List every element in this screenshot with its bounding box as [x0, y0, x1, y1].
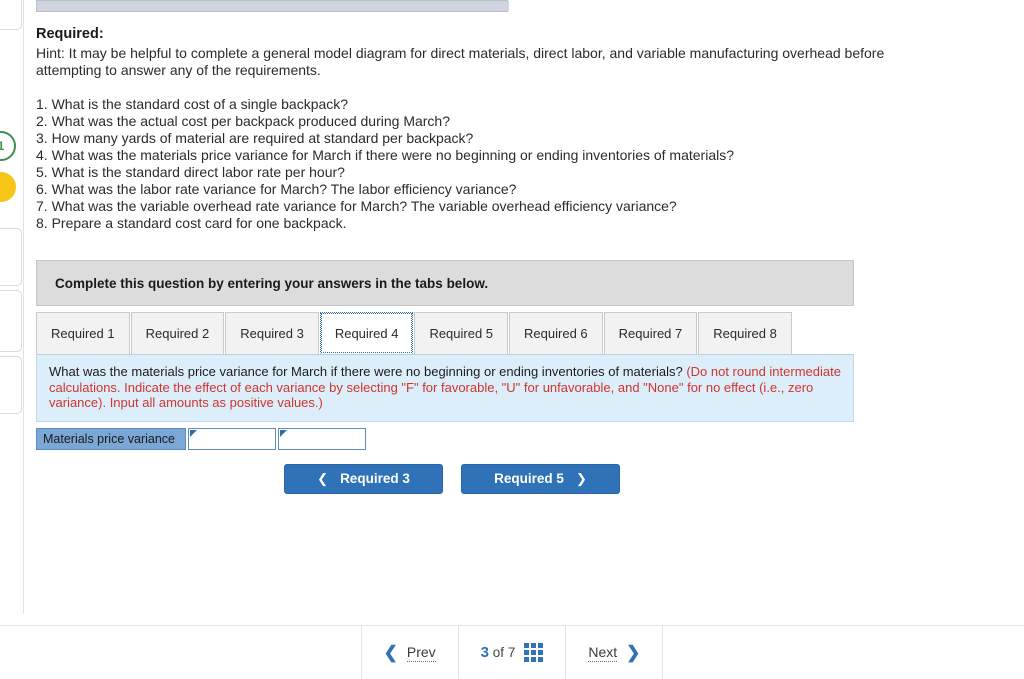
tab-required-2[interactable]: Required 2 [130, 312, 225, 354]
tab-label: Required 6 [524, 326, 588, 341]
pagination-inner: ❮ Prev 3 of 7 Next ❯ [360, 625, 664, 679]
tab-label: Required 3 [240, 326, 304, 341]
cell-flag-icon [190, 429, 198, 437]
horizontal-scrollbar-thumb[interactable] [37, 1, 509, 11]
prev-required-button[interactable]: ❮ Required 3 [284, 463, 443, 494]
tab-required-7[interactable]: Required 7 [603, 312, 698, 354]
rail-panel-card [0, 228, 22, 286]
page-root: 1 Required: Hint: It may be helpful to c… [0, 0, 1024, 679]
answer-amount-cell[interactable] [188, 427, 277, 450]
answer-label-cell: Materials price variance [36, 427, 187, 450]
rail-badge-green[interactable]: 1 [0, 131, 16, 161]
rail-panel-card [0, 0, 22, 30]
requirements-list: 1. What is the standard cost of a single… [36, 96, 996, 232]
tab-required-4[interactable]: Required 4 [319, 312, 414, 354]
chevron-right-icon: ❯ [626, 643, 641, 662]
chevron-left-icon: ❮ [383, 643, 398, 662]
tab-label: Required 1 [51, 326, 115, 341]
requirement-item: 3. How many yards of material are requir… [36, 130, 474, 146]
tab-required-3[interactable]: Required 3 [225, 312, 319, 354]
question-panel: What was the materials price variance fo… [36, 355, 854, 422]
requirement-item: 5. What is the standard direct labor rat… [36, 164, 345, 180]
requirement-item: 6. What was the labor rate variance for … [36, 181, 517, 197]
next-required-label: Required 5 [494, 471, 564, 486]
question-panel-main: What was the materials price variance fo… [49, 364, 687, 379]
tab-required-8[interactable]: Required 8 [698, 312, 792, 354]
main-content: Required: Hint: It may be helpful to com… [36, 26, 996, 494]
instruction-banner-text: Complete this question by entering your … [55, 275, 489, 291]
requirement-item: 2. What was the actual cost per backpack… [36, 113, 450, 129]
rail-badge-yellow[interactable] [0, 172, 16, 202]
requirement-item: 1. What is the standard cost of a single… [36, 96, 349, 112]
next-required-button[interactable]: Required 5 ❯ [461, 463, 620, 494]
tab-required-5[interactable]: Required 5 [414, 312, 509, 354]
answer-label-text: Materials price variance [43, 431, 175, 446]
tab-label: Required 8 [713, 326, 777, 341]
answer-amount-input[interactable] [189, 428, 276, 449]
rail-panel-card [0, 356, 22, 414]
answer-effect-input[interactable] [279, 428, 365, 449]
rail-divider [23, 0, 24, 614]
instruction-banner: Complete this question by entering your … [36, 260, 854, 306]
requirement-item: 7. What was the variable overhead rate v… [36, 198, 677, 214]
requirement-item: 4. What was the materials price variance… [36, 147, 735, 163]
tab-label: Required 5 [429, 326, 494, 341]
required-nav-buttons: ❮ Required 3 Required 5 ❯ [36, 463, 854, 494]
tab-label: Required 7 [618, 326, 683, 341]
required-hint: Hint: It may be helpful to complete a ge… [36, 45, 885, 78]
answer-row: Materials price variance [36, 427, 366, 450]
pager-of-label: of [492, 645, 505, 660]
required-heading: Required: [36, 26, 104, 42]
pager-current-page: 3 [480, 644, 490, 661]
pager-total-pages: 7 [507, 645, 516, 660]
left-rail: 1 [0, 0, 24, 679]
pager-next-label: Next [588, 643, 618, 662]
pagination-bar: ❮ Prev 3 of 7 Next ❯ [0, 625, 1024, 679]
prev-required-label: Required 3 [340, 471, 410, 486]
rail-panel-card [0, 290, 22, 352]
tab-required-6[interactable]: Required 6 [509, 312, 603, 354]
tab-label: Required 4 [334, 325, 399, 341]
chevron-right-icon: ❯ [575, 470, 587, 486]
grid-view-icon[interactable] [524, 643, 544, 662]
chevron-left-icon: ❮ [317, 470, 329, 486]
pager-prev-button[interactable]: ❮ Prev [360, 625, 458, 679]
cell-flag-icon [280, 429, 288, 437]
tab-label: Required 2 [145, 326, 210, 341]
rail-badge-green-label: 1 [0, 139, 5, 153]
pager-prev-label: Prev [406, 643, 436, 662]
pager-count: 3 of 7 [481, 644, 516, 661]
pager-next-button[interactable]: Next ❯ [565, 625, 664, 679]
answer-effect-cell[interactable] [278, 427, 366, 450]
tab-required-1[interactable]: Required 1 [36, 312, 130, 354]
pager-page-indicator: 3 of 7 [457, 625, 566, 679]
requirement-item: 8. Prepare a standard cost card for one … [36, 215, 347, 231]
required-tabs: Required 1 Required 2 Required 3 Required 4… [36, 309, 854, 355]
horizontal-scrollbar[interactable] [36, 0, 509, 12]
